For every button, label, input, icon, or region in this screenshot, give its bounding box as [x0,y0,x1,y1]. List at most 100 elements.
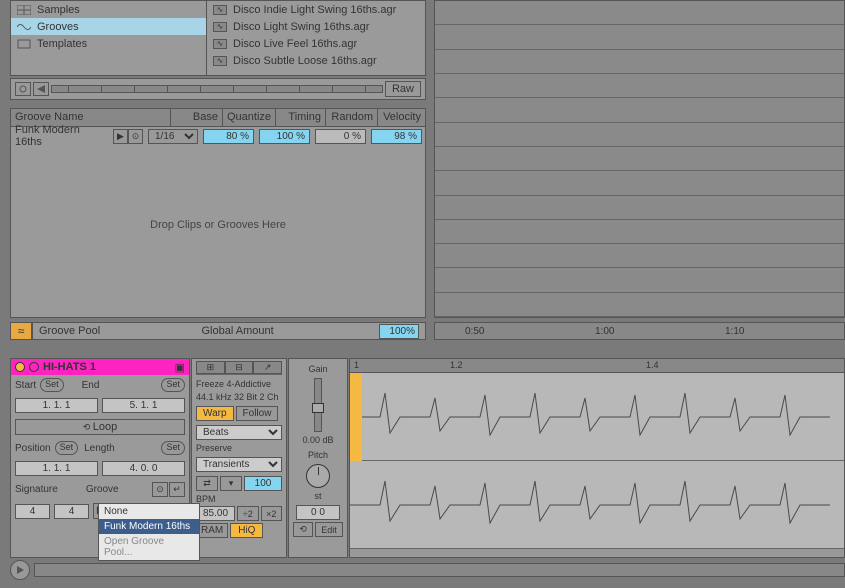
clip-header[interactable]: HI-HATS 1 ▣ [11,359,189,375]
horizontal-scrollbar[interactable] [34,563,845,577]
set-end-button[interactable]: Set [161,378,185,392]
global-amount-value[interactable]: 100% [379,324,419,339]
arrangement-view[interactable] [434,0,845,318]
browser-label: Grooves [37,21,79,33]
browser-label: Templates [37,38,87,50]
bpm-value[interactable]: 85.00 [196,506,235,521]
wave-channel-left [350,373,844,461]
arrangement-ruler[interactable]: 0:50 1:00 1:10 [434,322,845,340]
sig-numerator[interactable]: 4 [15,504,50,519]
play-button[interactable] [10,560,30,580]
file-item[interactable]: ∿Disco Subtle Loose 16ths.agr [207,52,425,69]
dropdown-item-none[interactable]: None [99,504,199,519]
groove-timing[interactable]: 100 % [259,129,310,144]
raw-button[interactable]: Raw [385,81,421,97]
groove-drop-zone[interactable]: Drop Clips or Grooves Here [11,145,425,305]
file-item[interactable]: ∿Disco Live Feel 16ths.agr [207,35,425,52]
set-length-button[interactable]: Set [161,441,185,455]
col-random: Random [326,109,378,126]
preview-play-button[interactable] [15,82,31,96]
groove-base-select[interactable]: 1/16 [148,129,198,144]
groove-commit-button[interactable]: ↵ [169,482,185,497]
waveform-area[interactable]: 1 1.2 1.4 [349,358,845,558]
half-tempo-button[interactable]: ÷2 [237,506,258,521]
groove-hot-swap-button[interactable]: ⊙ [152,482,168,497]
groove-random[interactable]: 0 % [315,129,366,144]
browser-cat-grooves[interactable]: Grooves [11,18,206,35]
transpose-value[interactable]: 0 0 [296,505,340,520]
box-icon [17,39,31,49]
double-tempo-button[interactable]: ×2 [261,506,282,521]
global-amount-label: Global Amount [202,325,274,337]
dropdown-item-selected[interactable]: Funk Modern 16ths [99,519,199,534]
preview-scrub[interactable] [51,85,383,93]
preview-ruler: Raw [10,78,426,100]
gain-slider[interactable] [314,378,322,432]
warp-button[interactable]: Warp [196,406,234,421]
position-value[interactable]: 1. 1. 1 [15,461,98,476]
browser-cat-templates[interactable]: Templates [11,35,206,52]
set-start-button[interactable]: Set [40,378,64,392]
bpm-label: BPM [196,493,282,506]
file-item[interactable]: ∿Disco Light Swing 16ths.agr [207,18,425,35]
preserve-select[interactable]: Transients [196,457,282,472]
sample-tab-env[interactable]: ⊟ [225,361,254,374]
loop-button[interactable]: ⟲ Loop [15,419,185,435]
length-value[interactable]: 4. 0. 0 [102,461,185,476]
warp-mode-select[interactable]: Beats [196,425,282,440]
preview-headphones-button[interactable] [33,82,49,96]
groove-dropdown: None Funk Modern 16ths Open Groove Pool.… [98,503,200,561]
gain-db: 0.00 dB [302,434,333,447]
pitch-knob[interactable] [306,464,330,488]
sample-tab-notes[interactable]: ↗ [253,361,282,374]
gain-box: Gain 0.00 dB Pitch st 0 0 ⟲ Edit [288,358,348,558]
groove-save-button[interactable]: ⊙ [128,129,143,144]
grid-icon [17,5,31,15]
hiq-button[interactable]: HiQ [230,523,263,538]
groove-pool-toggle[interactable]: ≈ [10,322,32,340]
groove-preview-button[interactable]: ▶ [113,129,128,144]
gain-label: Gain [308,363,327,376]
signature-label: Signature [15,484,58,495]
groove-velocity[interactable]: 98 % [371,129,422,144]
sample-tab-clip[interactable]: ⊞ [196,361,225,374]
groove-quantize[interactable]: 80 % [203,129,254,144]
end-label: End [82,380,100,391]
position-label: Position [15,443,51,454]
end-value[interactable]: 5. 1. 1 [102,398,185,413]
browser-cat-samples[interactable]: Samples [11,1,206,18]
groove-name[interactable]: Funk Modern 16ths [11,127,111,145]
browser-file-list: ∿Disco Indie Light Swing 16ths.agr ∿Disc… [206,0,426,76]
edit-button[interactable]: Edit [315,522,343,537]
dropdown-item-open-pool[interactable]: Open Groove Pool... [99,534,199,560]
ram-button[interactable]: RAM [196,523,228,538]
groove-pool-label: Groove Pool [39,325,100,337]
sample-box: ⊞ ⊟ ↗ Freeze 4-Addictive 44.1 kHz 32 Bit… [191,358,287,558]
transient-loop-button[interactable]: ⇄ [196,476,218,491]
groove-label: Groove [86,484,119,495]
groove-file-icon: ∿ [213,56,227,66]
groove-pool: Groove Name Base Quantize Timing Random … [10,108,426,318]
groove-file-icon: ∿ [213,5,227,15]
wave-channel-right [350,461,844,549]
reverse-button[interactable]: ⟲ [293,522,313,537]
warp-marker[interactable] [350,373,362,461]
start-value[interactable]: 1. 1. 1 [15,398,98,413]
sig-denominator[interactable]: 4 [54,504,89,519]
clip-activator-icon[interactable] [15,362,25,372]
clip-name: HI-HATS 1 [43,361,96,373]
wave-icon [17,22,31,32]
col-quantize: Quantize [223,109,276,126]
col-velocity: Velocity [378,109,425,126]
groove-file-icon: ∿ [213,22,227,32]
transient-env-button[interactable]: ▾ [220,476,242,491]
granulation-value[interactable]: 100 [244,476,282,491]
clip-ruler: 1 1.2 1.4 [350,359,844,373]
file-item[interactable]: ∿Disco Indie Light Swing 16ths.agr [207,1,425,18]
sample-freeze-line: Freeze 4-Addictive [196,378,282,391]
follow-button[interactable]: Follow [236,406,279,421]
set-position-button[interactable]: Set [55,441,79,455]
groove-file-icon: ∿ [213,39,227,49]
clip-expand-icon[interactable]: ▣ [175,361,185,374]
browser-label: Samples [37,4,80,16]
